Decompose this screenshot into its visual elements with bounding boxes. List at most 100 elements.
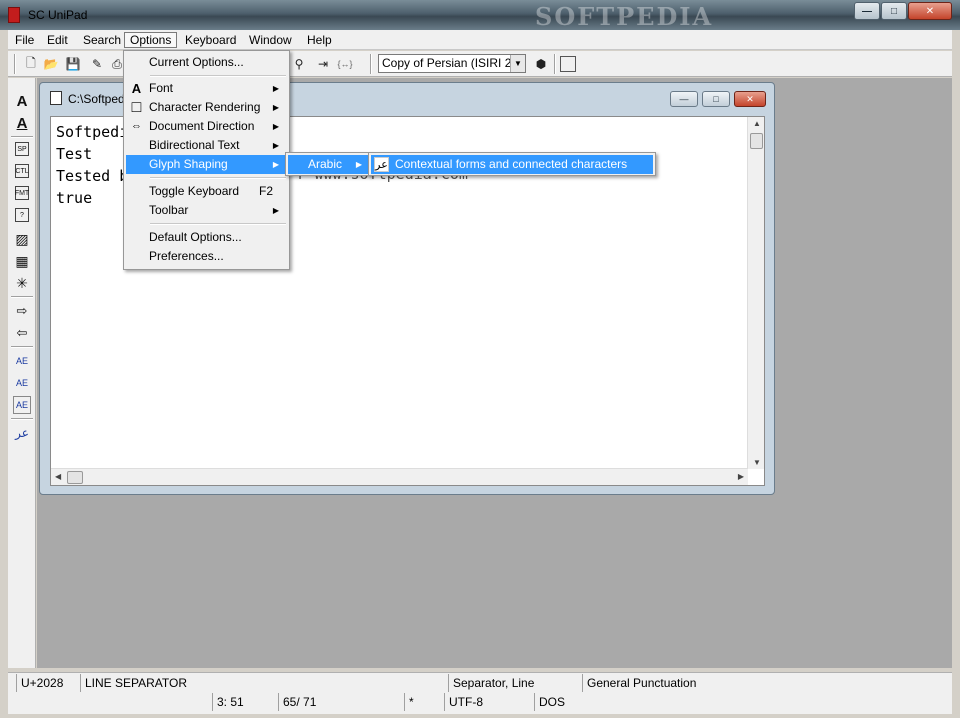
menu-bar: File Edit Search Options Keyboard Window… [8,30,952,50]
arrow-left-icon[interactable]: ⇦ [13,324,31,342]
menu-item-toggle-keyboard[interactable]: Toggle Keyboard F2 [126,182,287,201]
menu-separator [150,223,286,225]
pattern-icon[interactable]: ▨ [13,230,31,248]
document-icon[interactable] [50,91,62,105]
font-icon: A [131,81,142,96]
menu-item-default-options[interactable]: Default Options... [126,228,287,247]
font-a-icon[interactable]: A [13,92,31,110]
sp-icon[interactable]: SP [15,142,29,156]
vertical-scroll-thumb[interactable] [750,133,763,149]
find-in-files-icon[interactable]: ⇥ [314,55,332,73]
menu-item-label: Default Options... [149,230,242,244]
submenu-arrow-icon: ▶ [272,141,279,150]
menu-item-label: Toggle Keyboard [149,184,240,198]
find-icon[interactable]: ⚲ [290,55,308,73]
submenu-arrow-icon: ▶ [272,206,279,215]
menu-item-document-direction[interactable]: ⇔ Document Direction ▶ [126,117,287,136]
app-icon[interactable] [8,7,20,23]
help-box-icon[interactable]: ? [15,208,29,222]
arabic-submenu: عر Contextual forms and connected charac… [368,152,656,176]
menu-item-label: Character Rendering [149,100,261,114]
menu-help[interactable]: Help [302,32,337,48]
arabic-shaping-icon: عر [374,157,389,172]
menu-item-label: Toolbar [149,203,189,217]
menu-options[interactable]: Options [124,32,178,48]
status-modified: * [404,693,444,711]
doc-maximize-button[interactable]: □ [702,91,730,107]
menu-item-bidirectional-text[interactable]: Bidirectional Text ▶ [126,136,287,155]
left-separator-1 [11,136,33,138]
chevron-down-icon[interactable]: ▼ [510,55,525,72]
menu-item-font[interactable]: A Font ▶ [126,79,287,98]
submenu-arrow-icon: ▶ [272,160,279,169]
window-layout-icon[interactable] [560,56,576,72]
menu-item-contextual-forms[interactable]: عر Contextual forms and connected charac… [371,155,653,174]
menu-item-arabic[interactable]: Arabic ▶ [288,155,368,174]
font-a-underline-icon[interactable]: A [13,114,31,132]
doc-minimize-button[interactable]: — [670,91,698,107]
new-file-icon[interactable]: 🗋 [22,55,40,73]
menu-item-character-rendering[interactable]: □ Character Rendering ▶ [126,98,287,117]
status-char-name: LINE SEPARATOR [80,674,452,692]
left-separator-3 [11,346,33,348]
arrow-right-icon[interactable]: ⇨ [13,302,31,320]
braces-icon[interactable]: {↔} [336,55,354,73]
save-as-icon[interactable]: ✎ [88,55,106,73]
fmt-icon[interactable]: FMT [15,186,29,200]
save-icon[interactable]: 💾 [64,55,82,73]
ae-direction-2-icon[interactable]: AE [13,374,31,392]
menu-edit[interactable]: Edit [42,32,73,48]
status-block: General Punctuation [582,674,948,692]
keyboard-icon[interactable]: ⬢ [532,55,550,73]
menu-item-label: Document Direction [149,119,255,133]
menu-window[interactable]: Window [244,32,297,48]
horizontal-scroll-thumb[interactable] [67,471,83,484]
status-encoding: UTF-8 [444,693,534,711]
scroll-up-icon[interactable]: ▲ [753,119,761,128]
menu-item-toolbar[interactable]: Toolbar ▶ [126,201,287,220]
toolbar-separator-2 [554,54,556,74]
watermark-text: SOFTPEDIA [535,2,714,31]
doc-close-button[interactable]: ✕ [734,91,766,107]
menu-item-preferences[interactable]: Preferences... [126,247,287,266]
status-bar: U+2028 LINE SEPARATOR Separator, Line Ge… [8,672,952,714]
keyboard-layout-select[interactable]: Copy of Persian (ISIRI 290 ▼ [378,54,526,73]
keyboard-layout-value: Copy of Persian (ISIRI 290 [382,56,525,70]
ae-direction-icon[interactable]: AE [13,352,31,370]
close-button[interactable]: ✕ [908,2,952,20]
left-toolbar: A A SP CTL FMT ? ▨ ▦ ✳ ⇨ ⇦ AE AE AE عر [8,78,36,668]
menu-item-current-options[interactable]: Current Options... [126,53,287,72]
scroll-down-icon[interactable]: ▼ [753,458,761,467]
direction-icon: ⇔ [131,120,142,132]
horizontal-scrollbar[interactable]: ◀ ▶ [51,468,748,485]
scroll-left-icon[interactable]: ◀ [55,472,61,481]
open-folder-icon[interactable]: 📂 [42,55,60,73]
ae-direction-3-icon[interactable]: AE [13,396,31,414]
status-line-ending: DOS [534,693,588,711]
menu-item-label: Current Options... [149,55,244,69]
menu-item-label: Contextual forms and connected character… [395,157,628,171]
menu-keyboard[interactable]: Keyboard [180,32,241,48]
status-lines: 65/ 71 [278,693,404,711]
ctl-icon[interactable]: CTL [15,164,29,178]
status-category: Separator, Line [448,674,584,692]
menu-item-label: Glyph Shaping [149,157,228,171]
star-box-icon[interactable]: ✳ [13,274,31,292]
submenu-arrow-icon: ▶ [272,84,279,93]
glyph-shaping-submenu: Arabic ▶ [285,152,371,176]
dotted-pattern-icon[interactable]: ▦ [13,252,31,270]
vertical-scrollbar[interactable]: ▲ ▼ [747,117,764,469]
menu-search[interactable]: Search [78,32,126,48]
arabic-shaping-icon[interactable]: عر [13,424,31,442]
menu-item-glyph-shaping[interactable]: Glyph Shaping ▶ [126,155,287,174]
menu-item-label: Bidirectional Text [149,138,240,152]
status-position: 3: 51 [212,693,278,711]
status-codepoint: U+2028 [16,674,82,692]
window-title: SC UniPad [28,8,88,22]
submenu-arrow-icon: ▶ [272,103,279,112]
maximize-button[interactable]: □ [881,2,907,20]
minimize-button[interactable]: — [854,2,880,20]
scroll-right-icon[interactable]: ▶ [738,472,744,481]
menu-file[interactable]: File [10,32,39,48]
title-bar: SC UniPad SOFTPEDIA — □ ✕ [0,0,960,31]
